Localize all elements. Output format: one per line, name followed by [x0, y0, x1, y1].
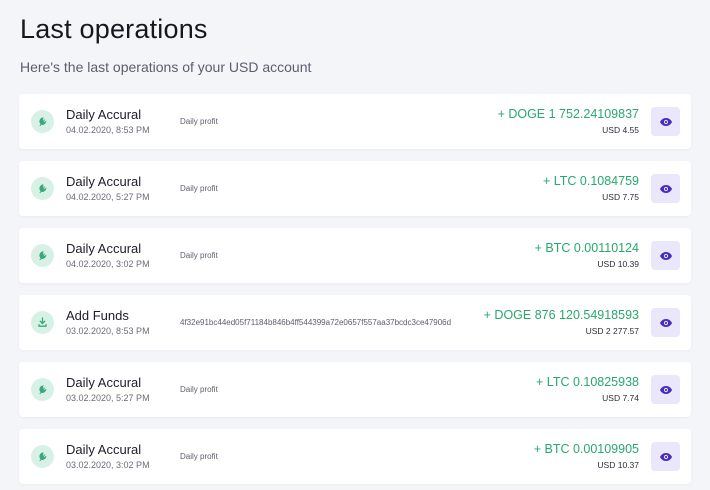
- operation-name: Daily Accural: [66, 241, 142, 256]
- eye-icon: [659, 452, 672, 461]
- page-subtitle: Here's the last operations of your USD a…: [20, 59, 312, 75]
- operations-list: Daily Accural 04.02.2020, 8:53 PM Daily …: [19, 94, 691, 490]
- sprout-icon: [37, 384, 48, 395]
- operation-row: Daily Accural 04.02.2020, 3:02 PM Daily …: [19, 228, 691, 283]
- operation-amount: + BTC 0.00110124: [534, 241, 639, 255]
- operation-row: Daily Accural 04.02.2020, 8:53 PM Daily …: [19, 94, 691, 149]
- operation-description: Daily profit: [180, 117, 218, 126]
- operation-name: Daily Accural: [66, 375, 142, 390]
- sprout-icon: [37, 116, 48, 127]
- operation-usd-value: USD 7.74: [602, 393, 639, 403]
- operation-row: Daily Accural 03.02.2020, 3:02 PM Daily …: [19, 429, 691, 484]
- operation-date: 04.02.2020, 3:02 PM: [66, 259, 150, 269]
- sprout-icon: [37, 451, 48, 462]
- operation-name: Daily Accural: [66, 174, 142, 189]
- operation-amount: + DOGE 876 120.54918593: [483, 308, 639, 322]
- operation-name: Daily Accural: [66, 107, 142, 122]
- eye-icon: [659, 385, 672, 394]
- operation-name: Daily Accural: [66, 442, 142, 457]
- operation-amount: + LTC 0.1084759: [542, 174, 639, 188]
- operation-date: 03.02.2020, 8:53 PM: [66, 326, 150, 336]
- operation-amount: + LTC 0.10825938: [536, 375, 639, 389]
- sprout-icon: [37, 183, 48, 194]
- operation-type-icon: [31, 378, 54, 401]
- operation-date: 04.02.2020, 8:53 PM: [66, 125, 150, 135]
- operation-description: Daily profit: [180, 184, 218, 193]
- operations-page: Last operations Here's the last operatio…: [0, 0, 710, 490]
- eye-icon: [659, 117, 672, 126]
- eye-icon: [659, 184, 672, 193]
- view-operation-button[interactable]: [651, 241, 680, 270]
- operation-row: Add Funds 03.02.2020, 8:53 PM 4f32e91bc4…: [19, 295, 691, 350]
- operation-description: Daily profit: [180, 452, 218, 461]
- view-operation-button[interactable]: [651, 308, 680, 337]
- operation-row: Daily Accural 03.02.2020, 5:27 PM Daily …: [19, 362, 691, 417]
- operation-date: 04.02.2020, 5:27 PM: [66, 192, 150, 202]
- view-operation-button[interactable]: [651, 107, 680, 136]
- operation-amount: + BTC 0.00109905: [533, 442, 639, 456]
- operation-usd-value: USD 2 277.57: [585, 326, 639, 336]
- operation-description: Daily profit: [180, 251, 218, 260]
- operation-description: 4f32e91bc44ed05f71184b846b4ff544399a72e0…: [180, 318, 452, 327]
- operation-type-icon: [31, 311, 54, 334]
- sprout-icon: [37, 250, 48, 261]
- operation-date: 03.02.2020, 3:02 PM: [66, 460, 150, 470]
- page-title: Last operations: [20, 14, 208, 44]
- view-operation-button[interactable]: [651, 174, 680, 203]
- operation-usd-value: USD 10.37: [597, 460, 639, 470]
- view-operation-button[interactable]: [651, 375, 680, 404]
- operation-row: Daily Accural 04.02.2020, 5:27 PM Daily …: [19, 161, 691, 216]
- operation-type-icon: [31, 244, 54, 267]
- operation-type-icon: [31, 110, 54, 133]
- operation-description: Daily profit: [180, 385, 218, 394]
- operation-amount: + DOGE 1 752.24109837: [497, 107, 639, 121]
- operation-type-icon: [31, 177, 54, 200]
- operation-usd-value: USD 10.39: [597, 259, 639, 269]
- view-operation-button[interactable]: [651, 442, 680, 471]
- download-icon: [37, 317, 48, 328]
- operation-type-icon: [31, 445, 54, 468]
- eye-icon: [659, 251, 672, 260]
- operation-date: 03.02.2020, 5:27 PM: [66, 393, 150, 403]
- operation-usd-value: USD 7.75: [602, 192, 639, 202]
- operation-name: Add Funds: [66, 308, 129, 323]
- eye-icon: [659, 318, 672, 327]
- operation-usd-value: USD 4.55: [602, 125, 639, 135]
